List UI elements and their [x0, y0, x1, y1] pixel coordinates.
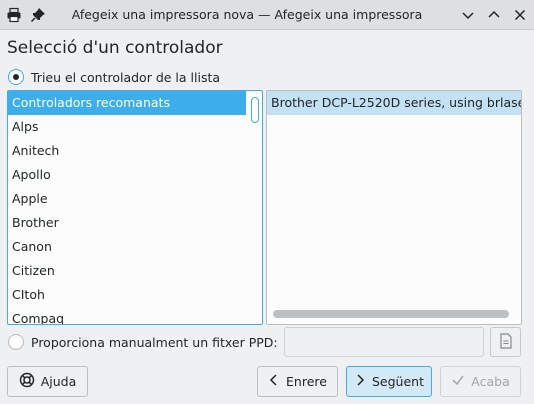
horizontal-scrollbar[interactable] [273, 310, 509, 318]
list-item[interactable]: Compaq [8, 307, 262, 324]
manufacturer-list[interactable]: Controladors recomanats Alps Anitech Apo… [7, 90, 263, 325]
list-item[interactable]: Brother DCP-L2520D series, using brlaser [267, 91, 521, 115]
close-icon [514, 9, 526, 21]
maximize-button[interactable] [486, 7, 502, 23]
ppd-path-field[interactable] [284, 327, 484, 357]
list-item[interactable]: Canon [8, 235, 262, 259]
help-button[interactable]: Ajuda [7, 366, 88, 397]
choose-from-list-label: Trieu el controlador de la llista [31, 69, 221, 85]
pin-icon[interactable] [30, 7, 46, 23]
printer-icon[interactable] [6, 7, 22, 23]
next-button-label: Següent [372, 374, 424, 389]
chevron-down-icon [462, 12, 474, 20]
scrollbar-thumb[interactable] [251, 97, 259, 123]
choose-from-list-option[interactable]: Trieu el controlador de la llista [8, 69, 220, 85]
back-button-label: Enrere [286, 374, 327, 389]
help-icon [19, 372, 35, 391]
help-button-label: Ajuda [40, 374, 77, 389]
list-item[interactable]: Brother [8, 211, 262, 235]
vertical-scrollbar[interactable] [250, 93, 260, 322]
finish-button-label: Acaba [471, 374, 510, 389]
list-item[interactable]: Controladors recomanats [8, 91, 246, 115]
close-button[interactable] [512, 7, 528, 23]
choose-from-list-radio[interactable] [8, 69, 24, 85]
chevron-right-icon [354, 373, 366, 390]
browse-ppd-button[interactable] [490, 327, 521, 357]
minimize-button[interactable] [460, 7, 476, 23]
window-title: Afegeix una impressora nova — Afegeix un… [71, 7, 423, 22]
list-item[interactable]: Alps [8, 115, 262, 139]
title-bar: Afegeix una impressora nova — Afegeix un… [0, 0, 534, 30]
next-button[interactable]: Següent [346, 366, 432, 397]
page-title: Selecció d'un controlador [7, 38, 223, 58]
list-item[interactable]: Anitech [8, 139, 262, 163]
manual-ppd-radio[interactable] [8, 334, 24, 350]
finish-button[interactable]: Acaba [440, 366, 521, 397]
manual-ppd-label: Proporciona manualment un fitxer PPD: [31, 334, 278, 350]
manual-ppd-option[interactable]: Proporciona manualment un fitxer PPD: [8, 334, 278, 350]
list-item[interactable]: Apollo [8, 163, 262, 187]
driver-list[interactable]: Brother DCP-L2520D series, using brlaser [266, 90, 522, 325]
chevron-left-icon [268, 373, 280, 390]
list-item[interactable]: CItoh [8, 283, 262, 307]
checkmark-icon [451, 373, 465, 390]
file-icon [499, 332, 513, 352]
chevron-up-icon [488, 10, 500, 18]
back-button[interactable]: Enrere [257, 366, 338, 397]
list-item[interactable]: Apple [8, 187, 262, 211]
list-item[interactable]: Citizen [8, 259, 262, 283]
